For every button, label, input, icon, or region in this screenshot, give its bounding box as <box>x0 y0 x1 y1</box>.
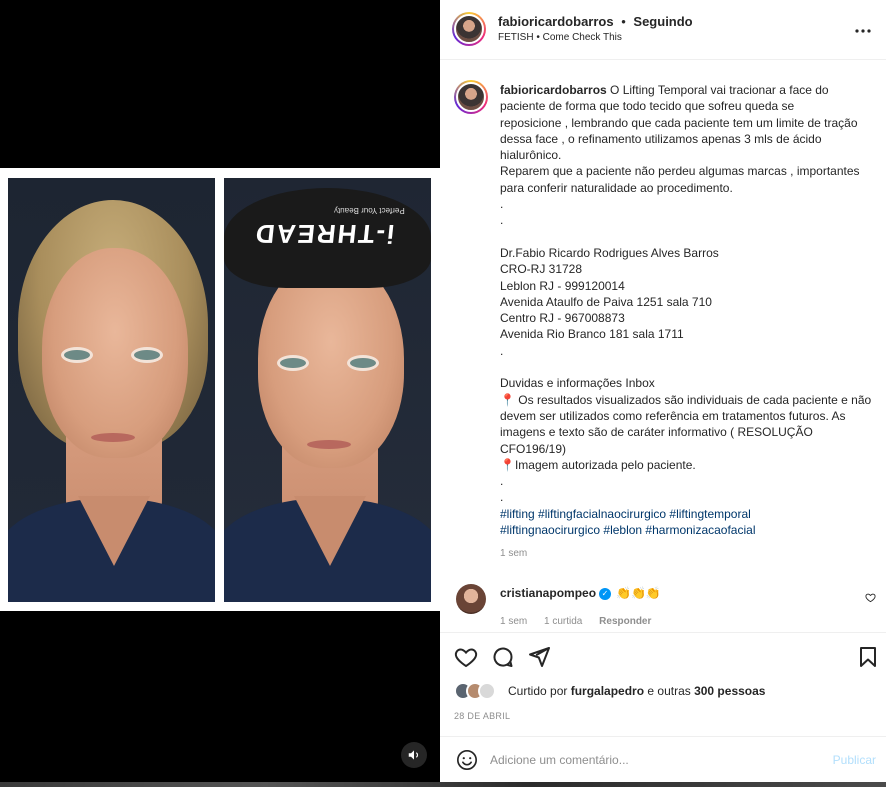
post-sidebar: fabioricardobarros • Seguindo FETISH • C… <box>440 0 886 782</box>
before-photo <box>8 178 215 602</box>
publish-button[interactable]: Publicar <box>833 753 876 767</box>
comment-like-heart-icon[interactable] <box>865 592 876 606</box>
speaker-icon[interactable] <box>401 742 427 768</box>
more-options-icon[interactable] <box>854 18 872 39</box>
comment-text: 👏👏👏 <box>616 586 661 600</box>
author-avatar[interactable] <box>452 12 486 46</box>
paper-plane-icon[interactable] <box>527 645 551 669</box>
post-actions-bar <box>440 632 886 678</box>
comment-input[interactable] <box>490 749 810 771</box>
verified-badge-icon: ✓ <box>599 587 612 600</box>
commenter-avatar[interactable] <box>456 584 486 614</box>
liker-username[interactable]: furgalapedro <box>571 684 644 698</box>
bookmark-icon[interactable] <box>856 645 880 669</box>
post-header: fabioricardobarros • Seguindo FETISH • C… <box>440 0 886 60</box>
emoji-smiley-icon[interactable] <box>456 749 478 771</box>
commenter-username[interactable]: cristianapompeo <box>500 586 596 600</box>
likes-summary: Curtido por furgalapedro e outras 300 pe… <box>454 680 884 702</box>
caption-text: fabioricardobarros O Lifting Temporal va… <box>500 82 876 538</box>
hashtags-line-1[interactable]: #lifting #liftingfacialnaocirurgico #lif… <box>500 506 876 522</box>
comment-timestamp[interactable]: 1 sem <box>500 616 527 627</box>
heart-icon[interactable] <box>454 645 478 669</box>
headband: i-THREAD Perfect Your Beauty <box>224 188 431 288</box>
reply-button[interactable]: Responder <box>599 616 651 627</box>
after-photo: i-THREAD Perfect Your Beauty <box>224 178 431 602</box>
comment-item: cristianapompeo ✓ 👏👏👏 1 sem 1 curtida Resp… <box>440 578 886 633</box>
following-button[interactable]: Seguindo <box>633 14 692 29</box>
post-media[interactable]: i-THREAD Perfect Your Beauty <box>0 0 440 782</box>
likes-count[interactable]: 300 pessoas <box>694 684 765 698</box>
audio-label[interactable]: FETISH • Come Check This <box>498 32 622 43</box>
headband-slogan: Perfect Your Beauty <box>334 206 405 215</box>
comment-bubble-icon[interactable] <box>491 645 515 669</box>
headband-logo: i-THREAD <box>252 219 396 249</box>
caption-section: fabioricardobarros O Lifting Temporal va… <box>440 62 886 572</box>
comment-like-count[interactable]: 1 curtida <box>544 616 582 627</box>
before-after-photo[interactable]: i-THREAD Perfect Your Beauty <box>0 168 440 611</box>
add-comment-bar: Publicar <box>440 736 886 782</box>
separator-dot: • <box>621 14 626 29</box>
caption-author-avatar[interactable] <box>454 80 488 114</box>
caption-author-username[interactable]: fabioricardobarros <box>500 83 607 97</box>
caption-timestamp[interactable]: 1 sem <box>500 548 527 559</box>
instagram-post-page: i-THREAD Perfect Your Beauty fabioricard… <box>0 0 886 787</box>
liker-avatar[interactable] <box>478 682 496 700</box>
author-username[interactable]: fabioricardobarros <box>498 14 614 29</box>
background-strip <box>0 782 886 787</box>
hashtags-line-2[interactable]: #liftingnaocirurgico #leblon #harmonizac… <box>500 522 876 538</box>
post-date[interactable]: 28 DE ABRIL <box>454 711 510 721</box>
